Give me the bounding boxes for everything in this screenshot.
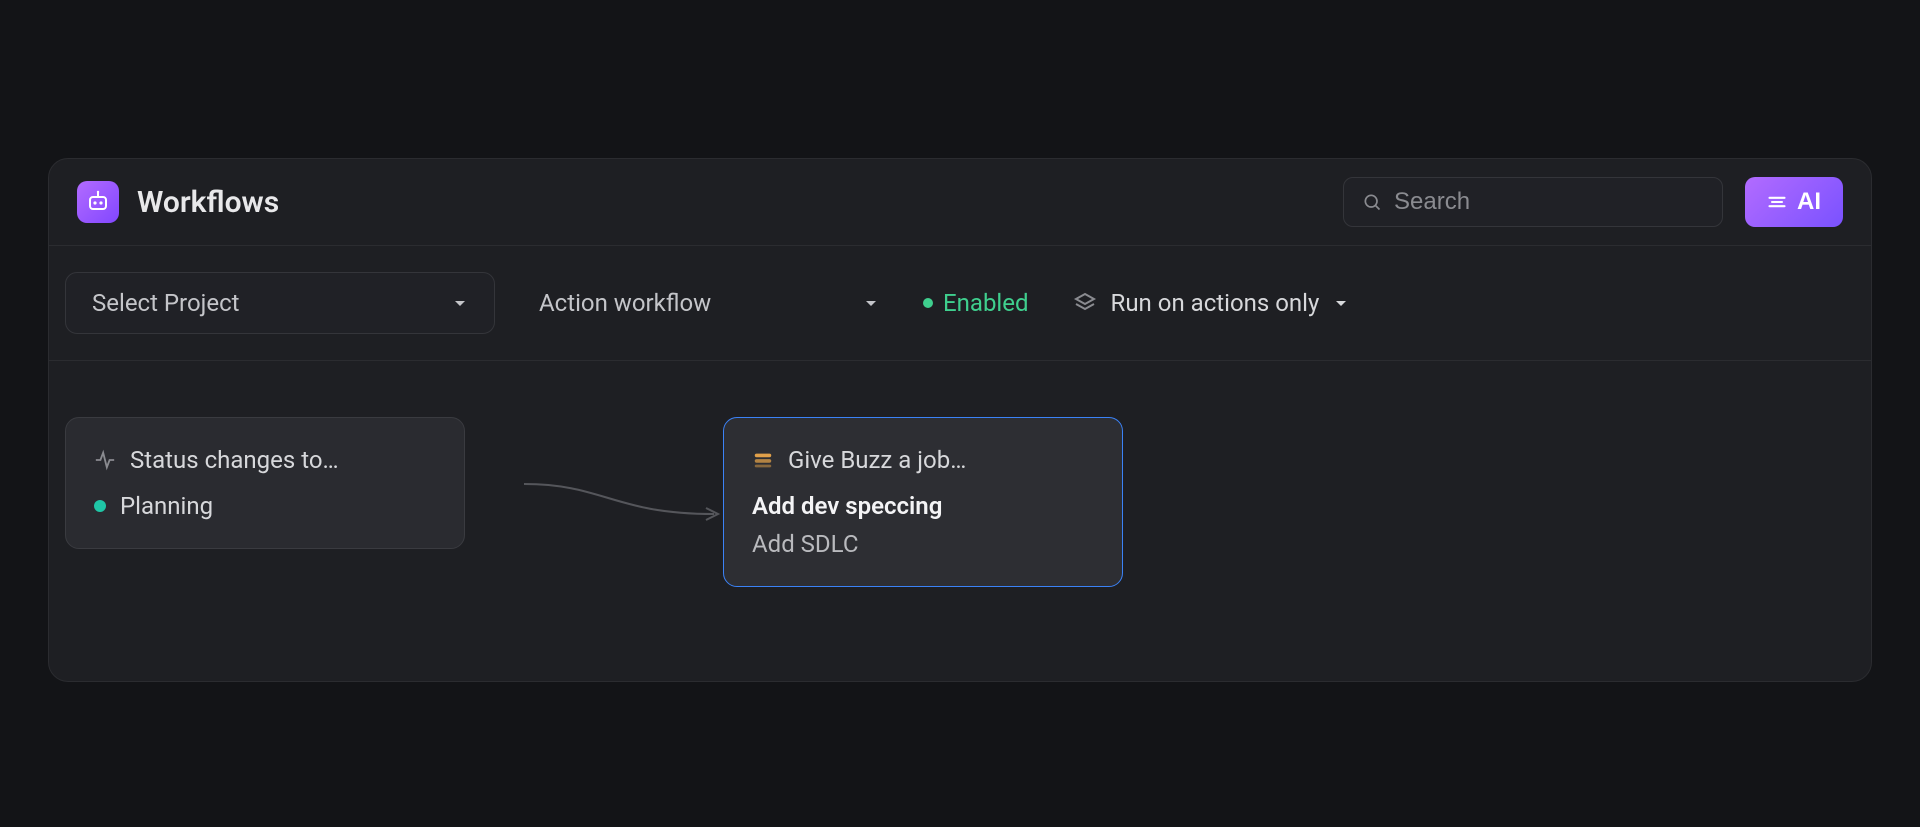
node-connector (524, 479, 724, 529)
workflow-status-label: Enabled (943, 289, 1029, 317)
workflow-status: Enabled (923, 289, 1029, 317)
project-selector-label: Select Project (92, 289, 240, 317)
activity-icon (94, 449, 116, 471)
caret-down-icon (863, 295, 879, 311)
ai-button[interactable]: AI (1745, 177, 1843, 227)
trigger-node-title: Status changes to… (130, 442, 339, 478)
search-box[interactable] (1343, 177, 1723, 227)
workflow-selector-label: Action workflow (539, 289, 711, 317)
action-node-line1: Add dev speccing (752, 488, 942, 524)
panel-header: Workflows AI (49, 159, 1871, 246)
status-dot-icon (923, 298, 933, 308)
sliders-icon (1767, 192, 1787, 212)
action-node-title: Give Buzz a job… (788, 442, 966, 478)
stack-icon (752, 449, 774, 471)
trigger-node[interactable]: Status changes to… Planning (65, 417, 465, 549)
action-node-line2: Add SDLC (752, 526, 858, 562)
trigger-status-label: Planning (120, 488, 213, 524)
caret-down-icon (452, 295, 468, 311)
workflows-panel: Workflows AI Select Project (48, 158, 1872, 682)
project-selector[interactable]: Select Project (65, 272, 495, 334)
status-dot-icon (94, 500, 106, 512)
search-input[interactable] (1394, 188, 1704, 216)
robot-icon (86, 190, 110, 214)
layers-icon (1073, 291, 1097, 315)
page-title: Workflows (137, 185, 279, 220)
caret-down-icon (1333, 295, 1349, 311)
toolbar: Select Project Action workflow Enabled R… (49, 246, 1871, 361)
run-mode-selector[interactable]: Run on actions only (1073, 289, 1350, 317)
app-icon (77, 181, 119, 223)
workflow-canvas[interactable]: Status changes to… Planning Give Buzz a … (49, 361, 1871, 681)
run-mode-label: Run on actions only (1111, 289, 1320, 317)
workflow-selector[interactable]: Action workflow (539, 289, 879, 317)
search-icon (1362, 190, 1382, 214)
ai-button-label: AI (1797, 188, 1821, 216)
action-node[interactable]: Give Buzz a job… Add dev speccing Add SD… (723, 417, 1123, 587)
